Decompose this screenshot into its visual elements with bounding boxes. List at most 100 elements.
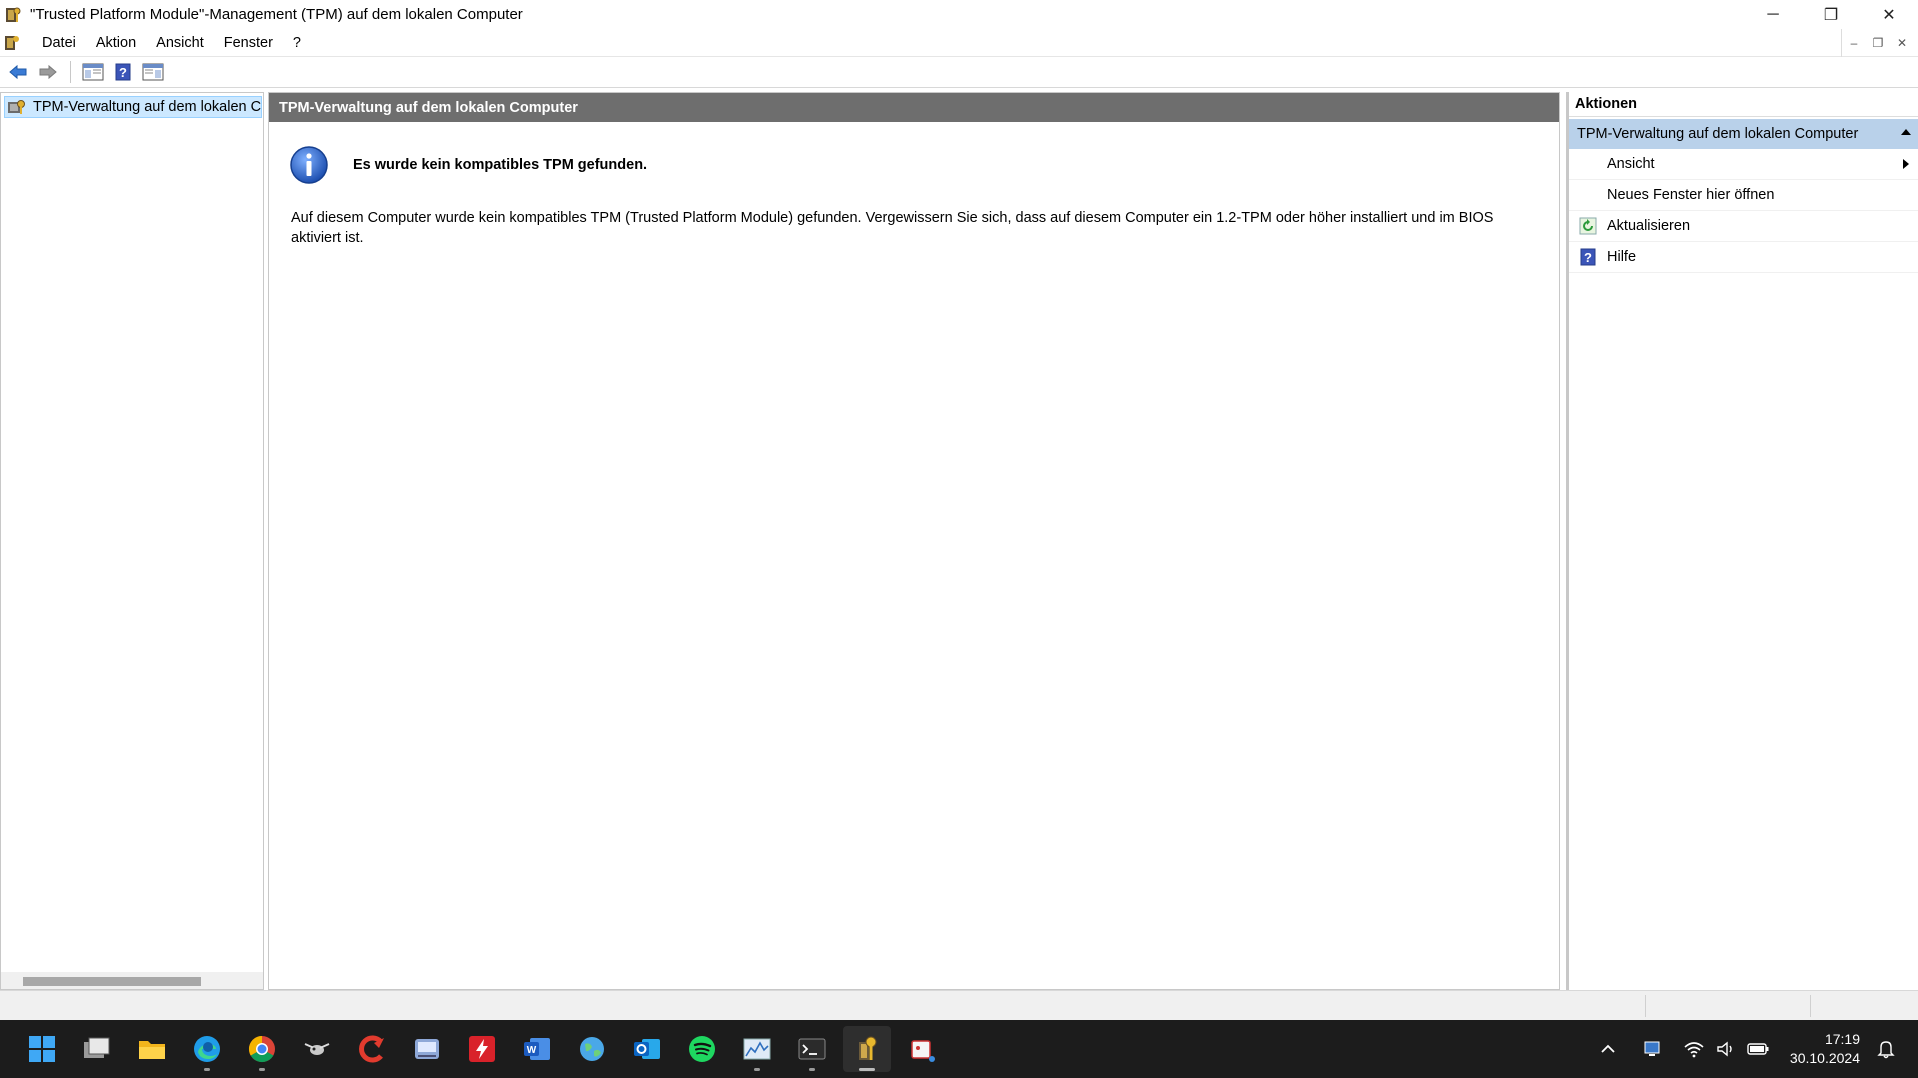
flash-app-button[interactable]: [458, 1026, 506, 1072]
status-bar: [0, 990, 1918, 1020]
clock-time: 17:19: [1824, 1031, 1860, 1047]
edge-button[interactable]: [183, 1026, 231, 1072]
edge-icon: [194, 1036, 220, 1062]
wifi-icon: [1684, 1042, 1704, 1058]
action-neues-fenster[interactable]: Neues Fenster hier öffnen: [1569, 180, 1918, 211]
flash-app-icon: [469, 1036, 495, 1062]
battery-icon: [1747, 1043, 1769, 1055]
mdi-controls: – ❐ ✕: [1841, 29, 1914, 57]
scrollbar-thumb[interactable]: [23, 977, 201, 986]
info-body: Auf diesem Computer wurde kein kompatibl…: [291, 208, 1531, 248]
chrome-icon: [248, 1035, 275, 1063]
svg-text:?: ?: [119, 65, 127, 80]
resource-monitor-button[interactable]: [733, 1026, 781, 1072]
menu-ansicht[interactable]: Ansicht: [146, 35, 214, 51]
forward-arrow-icon: [39, 64, 57, 80]
result-pane: TPM-Verwaltung auf dem lokalen Computer …: [268, 92, 1560, 990]
file-explorer-button[interactable]: [128, 1026, 176, 1072]
task-view-icon: [84, 1037, 110, 1058]
display-tray-button[interactable]: [1638, 1035, 1666, 1063]
ccleaner-icon: [359, 1035, 384, 1063]
terminal-icon: [798, 1038, 826, 1060]
actions-header: Aktionen: [1569, 92, 1918, 117]
forward-button[interactable]: [34, 59, 62, 85]
horizontal-scrollbar[interactable]: [1, 972, 263, 989]
toolbar-separator: [70, 61, 71, 83]
notification-button[interactable]: [1872, 1035, 1900, 1063]
spotify-icon: [689, 1036, 715, 1062]
tpm-console-icon: [859, 1036, 877, 1060]
outlook-button[interactable]: [623, 1026, 671, 1072]
clock-date: 30.10.2024: [1789, 1050, 1860, 1066]
help-icon: ?: [115, 63, 131, 81]
system-menu-icon[interactable]: [4, 34, 22, 52]
bug-tool-icon: [304, 1043, 330, 1055]
display-icon: [1644, 1041, 1660, 1056]
globe-app-button[interactable]: [568, 1026, 616, 1072]
tpm-console-button[interactable]: [843, 1026, 891, 1072]
windows-start-icon: [29, 1036, 55, 1062]
back-button[interactable]: [4, 59, 32, 85]
file-explorer-icon: [139, 1041, 165, 1059]
terminal-button[interactable]: [788, 1026, 836, 1072]
mdi-restore-button[interactable]: ❐: [1866, 33, 1890, 53]
bug-tool-button[interactable]: [293, 1026, 341, 1072]
submenu-arrow-icon: [1903, 159, 1909, 169]
spotify-button[interactable]: [678, 1026, 726, 1072]
svg-text:?: ?: [1584, 250, 1592, 265]
volume-button[interactable]: [1712, 1035, 1740, 1063]
show-hidden-icons-button[interactable]: [1594, 1035, 1622, 1063]
collapse-caret-icon[interactable]: [1900, 127, 1912, 137]
svg-text:W: W: [527, 1045, 537, 1056]
action-hilfe[interactable]: ? Hilfe: [1569, 242, 1918, 273]
mdi-close-button[interactable]: ✕: [1890, 33, 1914, 53]
word-button[interactable]: W: [513, 1026, 561, 1072]
refresh-icon: [1577, 216, 1599, 236]
actions-section-label: TPM-Verwaltung auf dem lokalen Computer: [1577, 126, 1859, 142]
tpm-node-icon: [7, 98, 27, 116]
snipping-tool-icon: [911, 1040, 935, 1062]
drive-utility-icon: [415, 1039, 439, 1059]
tree-item-label: TPM-Verwaltung auf dem lokalen C: [33, 99, 262, 115]
action-neues-fenster-label: Neues Fenster hier öffnen: [1607, 187, 1775, 203]
actions-section-tpm[interactable]: TPM-Verwaltung auf dem lokalen Computer: [1569, 119, 1918, 149]
mdi-minimize-button[interactable]: –: [1842, 33, 1866, 53]
taskbar-clock[interactable]: 17:19 30.10.2024: [1790, 1030, 1860, 1068]
window-title: "Trusted Platform Module"-Management (TP…: [30, 6, 523, 23]
tree-item-tpm-verwaltung[interactable]: TPM-Verwaltung auf dem lokalen C: [4, 96, 262, 118]
word-icon: W: [524, 1038, 550, 1060]
chrome-button[interactable]: [238, 1026, 286, 1072]
minimize-button[interactable]: ─: [1744, 0, 1802, 29]
action-ansicht[interactable]: Ansicht: [1569, 149, 1918, 180]
restore-button[interactable]: ❐: [1802, 0, 1860, 29]
menu-aktion[interactable]: Aktion: [86, 35, 146, 51]
show-hide-action-pane-button[interactable]: [139, 59, 167, 85]
menu-fenster[interactable]: Fenster: [214, 35, 283, 51]
result-pane-header: TPM-Verwaltung auf dem lokalen Computer: [269, 93, 1559, 122]
tpm-app-icon[interactable]: [4, 5, 22, 25]
title-bar: "Trusted Platform Module"-Management (TP…: [0, 0, 1918, 29]
windows-start-button[interactable]: [18, 1026, 66, 1072]
wifi-button[interactable]: [1680, 1035, 1708, 1063]
task-view-button[interactable]: [73, 1026, 121, 1072]
status-separator: [1810, 995, 1811, 1017]
action-aktualisieren[interactable]: Aktualisieren: [1569, 211, 1918, 242]
notification-bell-icon: [1877, 1041, 1895, 1059]
menu-help[interactable]: ?: [283, 35, 311, 51]
info-message: Es wurde kein kompatibles TPM gefunden.: [289, 145, 647, 185]
volume-icon: [1717, 1041, 1732, 1057]
menu-bar: Datei Aktion Ansicht Fenster ? – ❐ ✕: [0, 29, 1918, 57]
help-toolbar-button[interactable]: ?: [109, 59, 137, 85]
show-hide-console-tree-button[interactable]: [79, 59, 107, 85]
snipping-tool-button[interactable]: [898, 1026, 946, 1072]
info-body-line-2: aktiviert ist.: [291, 230, 364, 246]
globe-app-icon: [580, 1037, 604, 1061]
action-ansicht-label: Ansicht: [1607, 156, 1655, 172]
action-hilfe-label: Hilfe: [1607, 249, 1637, 265]
battery-button[interactable]: [1744, 1035, 1772, 1063]
close-button[interactable]: ✕: [1860, 0, 1918, 29]
menu-datei[interactable]: Datei: [32, 35, 86, 51]
ccleaner-button[interactable]: [348, 1026, 396, 1072]
window-controls: ─ ❐ ✕: [1744, 0, 1918, 29]
drive-utility-button[interactable]: [403, 1026, 451, 1072]
